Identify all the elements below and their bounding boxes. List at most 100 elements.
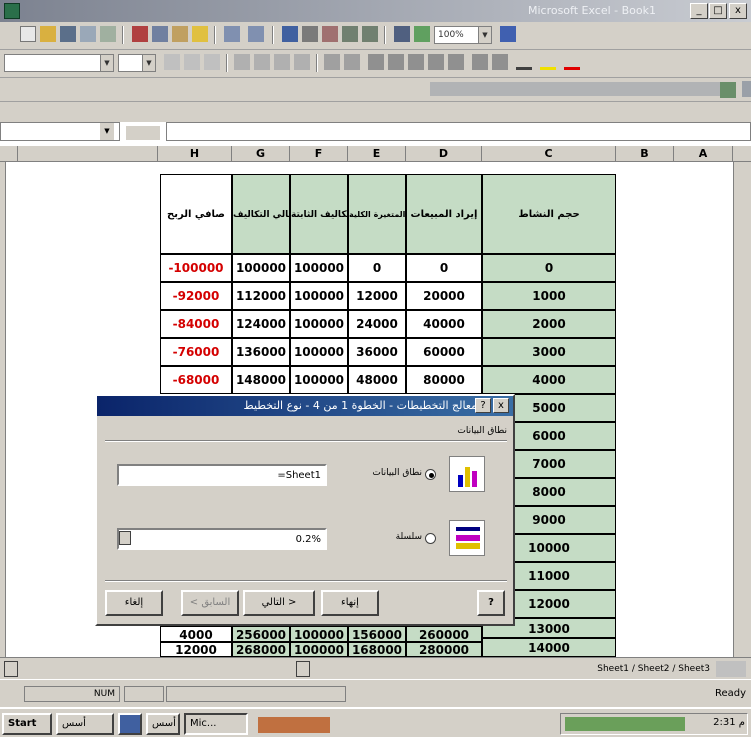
table-cell[interactable]: 168000	[348, 642, 406, 657]
tab-scroll-buttons[interactable]	[716, 661, 746, 677]
table-cell[interactable]: 260000	[406, 626, 482, 642]
table-cell[interactable]: 124000	[232, 310, 290, 338]
sort-ascending-icon[interactable]	[342, 26, 358, 42]
autosum-icon[interactable]	[302, 26, 318, 42]
preview-icon[interactable]	[100, 26, 116, 42]
taskbar-item[interactable]: أسس	[146, 713, 180, 735]
taskbar-quick-icon[interactable]	[118, 713, 142, 735]
table-cell[interactable]: 3000	[482, 338, 616, 366]
taskbar-item[interactable]: أسس	[56, 713, 114, 735]
new-icon[interactable]	[20, 26, 36, 42]
table-cell[interactable]: 60000	[406, 338, 482, 366]
cancel-button[interactable]: إلغاء	[105, 590, 163, 616]
help-icon[interactable]: ?	[475, 398, 491, 413]
table-cell[interactable]: 0	[406, 254, 482, 282]
series-field-button[interactable]	[119, 531, 131, 545]
finish-button[interactable]: إنهاء	[321, 590, 379, 616]
table-cell[interactable]: 256000	[232, 626, 290, 642]
table-cell[interactable]: 100000	[290, 282, 348, 310]
table-cell[interactable]: 36000	[348, 338, 406, 366]
close-button[interactable]: x	[729, 3, 747, 19]
menu-items[interactable]	[430, 82, 720, 96]
column-header-d[interactable]: D	[406, 146, 482, 162]
column-header-b[interactable]: B	[616, 146, 674, 162]
save-icon[interactable]	[60, 26, 76, 42]
maximize-button[interactable]: □	[709, 3, 727, 19]
drawing-icon[interactable]	[414, 26, 430, 42]
table-cell[interactable]: 156000	[348, 626, 406, 642]
table-cell[interactable]: 12000	[160, 642, 232, 657]
open-icon[interactable]	[40, 26, 56, 42]
fill-color-icon[interactable]	[540, 54, 556, 70]
table-cell[interactable]: 2000	[482, 310, 616, 338]
align-center-icon[interactable]	[254, 54, 270, 70]
horizontal-scroll-left[interactable]	[4, 661, 18, 677]
bold-icon[interactable]	[164, 54, 180, 70]
vertical-scrollbar[interactable]	[0, 162, 6, 657]
percent-icon[interactable]	[388, 54, 404, 70]
option-series-radio[interactable]	[425, 533, 436, 544]
quick-launch-icons[interactable]	[258, 717, 330, 733]
dialog-help-button[interactable]: ?	[477, 590, 505, 616]
italic-icon[interactable]	[184, 54, 200, 70]
function-icon[interactable]	[322, 26, 338, 42]
table-cell[interactable]: 148000	[232, 366, 290, 394]
align-right-icon[interactable]	[274, 54, 290, 70]
table-cell[interactable]: -100000	[160, 254, 232, 282]
sheet-tab-list[interactable]: Sheet1 / Sheet2 / Sheet3	[586, 661, 710, 677]
help-icon[interactable]	[500, 26, 516, 42]
table-cell[interactable]: 100000	[232, 254, 290, 282]
table-cell[interactable]: 100000	[290, 338, 348, 366]
close-icon[interactable]: x	[493, 398, 509, 413]
decrease-decimal-icon[interactable]	[448, 54, 464, 70]
right-to-left-icon[interactable]	[324, 54, 340, 70]
sort-descending-icon[interactable]	[362, 26, 378, 42]
align-left-icon[interactable]	[234, 54, 250, 70]
print-icon[interactable]	[80, 26, 96, 42]
column-header-a[interactable]: A	[674, 146, 733, 162]
left-to-right-icon[interactable]	[344, 54, 360, 70]
currency-icon[interactable]	[368, 54, 384, 70]
table-cell[interactable]: 48000	[348, 366, 406, 394]
table-cell[interactable]: 280000	[406, 642, 482, 657]
table-cell[interactable]: -92000	[160, 282, 232, 310]
underline-icon[interactable]	[204, 54, 220, 70]
table-cell[interactable]: 12000	[348, 282, 406, 310]
back-button[interactable]: < السابق	[181, 590, 239, 616]
undo-icon[interactable]	[224, 26, 240, 42]
comma-style-icon[interactable]	[408, 54, 424, 70]
table-cell[interactable]: 0	[348, 254, 406, 282]
increase-indent-icon[interactable]	[492, 54, 508, 70]
table-cell[interactable]: 136000	[232, 338, 290, 366]
table-cell[interactable]: 100000	[290, 310, 348, 338]
table-cell[interactable]: 20000	[406, 282, 482, 310]
menu-file[interactable]	[742, 81, 751, 97]
table-cell[interactable]: -68000	[160, 366, 232, 394]
table-cell[interactable]: 24000	[348, 310, 406, 338]
formula-input[interactable]	[166, 122, 751, 141]
font-select[interactable]: ▼	[4, 54, 114, 72]
tray-icons[interactable]	[565, 717, 685, 731]
namebox-dropdown-icon[interactable]: ▼	[100, 123, 114, 140]
horizontal-scroll-right[interactable]	[296, 661, 310, 677]
table-cell[interactable]: 100000	[290, 366, 348, 394]
minimize-button[interactable]: _	[690, 3, 708, 19]
zoom-select[interactable]: 100% ▼	[434, 26, 492, 44]
column-header-h[interactable]: H	[158, 146, 232, 162]
taskbar-item-excel[interactable]: Mic...	[184, 713, 248, 735]
table-cell[interactable]: 100000	[290, 254, 348, 282]
table-cell[interactable]: 4000	[160, 626, 232, 642]
table-cell[interactable]: 100000	[290, 626, 348, 642]
borders-icon[interactable]	[516, 54, 532, 70]
redo-icon[interactable]	[248, 26, 264, 42]
table-cell[interactable]: 268000	[232, 642, 290, 657]
increase-decimal-icon[interactable]	[428, 54, 444, 70]
table-cell[interactable]: 4000	[482, 366, 616, 394]
table-cell[interactable]: -84000	[160, 310, 232, 338]
data-range-field[interactable]: =Sheet1	[117, 464, 327, 486]
column-header-c[interactable]: C	[482, 146, 616, 162]
font-color-icon[interactable]	[564, 54, 580, 70]
option-data-range-radio[interactable]	[425, 469, 436, 480]
hyperlink-icon[interactable]	[282, 26, 298, 42]
merge-center-icon[interactable]	[294, 54, 310, 70]
